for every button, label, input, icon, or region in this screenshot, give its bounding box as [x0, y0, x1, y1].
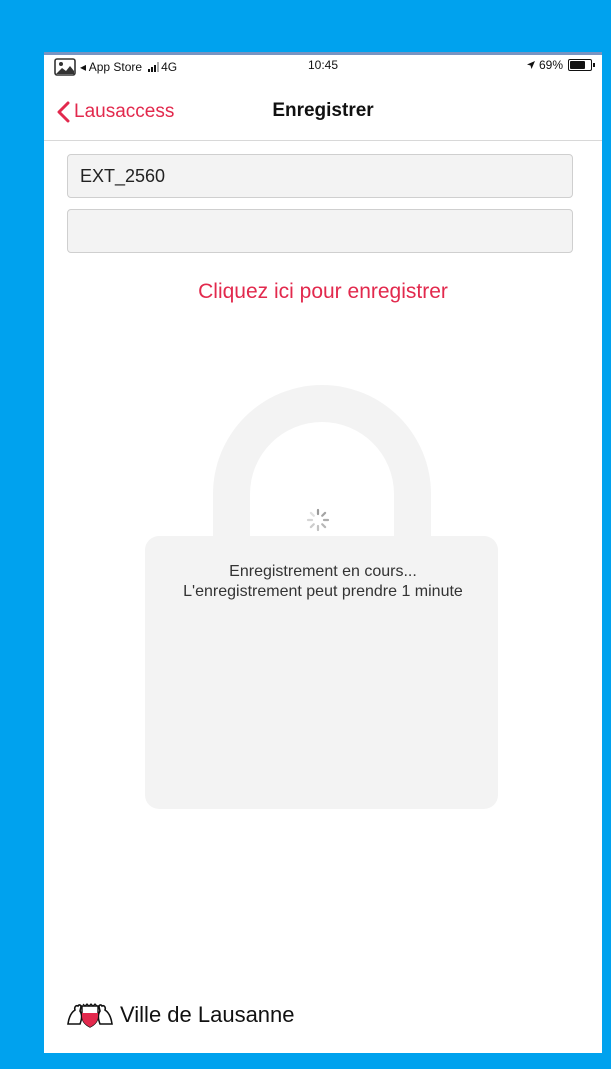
phone-screen: ◂ App Store 4G 10:45 69% Lausaccess Enre…: [44, 52, 602, 1053]
page-title: Enregistrer: [272, 100, 374, 121]
status-right: 69%: [526, 58, 595, 72]
progress-title: Enregistrement en cours...: [229, 563, 417, 580]
status-battery-percent: 69%: [538, 58, 563, 72]
progress-subtitle: L'enregistrement peut prendre 1 minute: [183, 583, 463, 600]
footer-branding: Ville de Lausanne: [66, 999, 295, 1031]
battery-icon: [568, 59, 595, 71]
location-arrow-icon: [526, 61, 535, 69]
username-input[interactable]: [67, 154, 573, 198]
status-time: 10:45: [307, 58, 339, 72]
code-input[interactable]: [67, 209, 573, 253]
spinner-icon: [306, 508, 330, 532]
register-link[interactable]: Cliquez ici pour enregistrer: [44, 280, 602, 304]
lausanne-crest-icon: [67, 1003, 113, 1028]
footer-brand-text: Ville de Lausanne: [120, 1002, 295, 1027]
status-bar: ◂ App Store 4G 10:45 69%: [44, 52, 602, 84]
navigation-bar: Lausaccess Enregistrer: [44, 84, 602, 141]
